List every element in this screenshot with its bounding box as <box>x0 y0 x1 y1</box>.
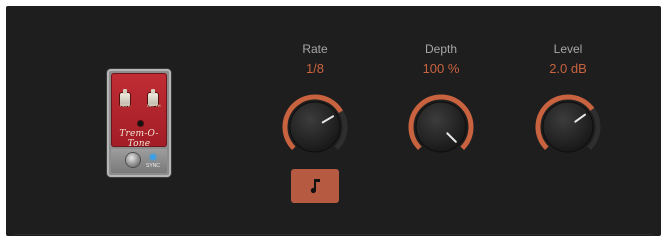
depth-value[interactable]: 100 % <box>381 60 501 77</box>
panel-divider <box>14 234 653 235</box>
depth-control: Depth 100 % <box>381 42 501 153</box>
pedal-rate-label: RATE <box>120 103 131 108</box>
pedal-face: RATE DEPTH Trem-O-Tone <box>111 73 167 149</box>
pedal-depth-label: DEPTH <box>147 103 161 108</box>
rate-label: Rate <box>302 42 328 56</box>
level-knob[interactable] <box>533 92 603 162</box>
depth-knob[interactable] <box>406 92 476 162</box>
sync-led-icon <box>150 154 156 160</box>
pedal-footswitch-area: SYNC <box>111 149 167 173</box>
rate-knob[interactable] <box>280 92 350 162</box>
level-value[interactable]: 2.0 dB <box>508 60 628 77</box>
level-label: Level <box>553 42 583 56</box>
tremolo-pedal-image: RATE DEPTH Trem-O-Tone SYNC <box>107 69 171 177</box>
pedal-title: Trem-O-Tone <box>119 129 159 149</box>
level-control: Level 2.0 dB <box>508 42 628 153</box>
footswitch-icon <box>126 153 140 167</box>
pedal-led-icon <box>138 121 143 126</box>
rate-value[interactable]: 1/8 <box>255 60 375 77</box>
knob-body <box>289 101 341 153</box>
rate-control: Rate 1/8 <box>255 42 375 153</box>
sync-label: SYNC <box>146 163 160 169</box>
knob-body <box>415 101 467 153</box>
note-sync-button[interactable] <box>291 169 339 203</box>
knob-body <box>542 101 594 153</box>
plugin-panel: RATE DEPTH Trem-O-Tone SYNC Rate 1/8 Dep… <box>6 6 661 236</box>
depth-label: Depth <box>424 42 458 56</box>
music-note-icon <box>310 179 320 194</box>
